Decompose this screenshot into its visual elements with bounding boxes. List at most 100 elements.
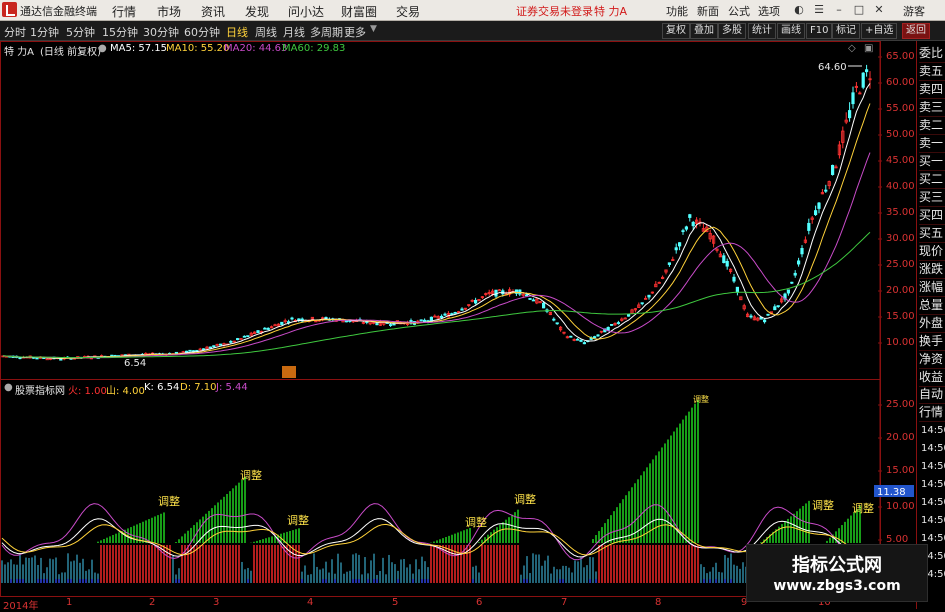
price-tick: 45.00 [886,155,915,166]
candle-body [59,358,63,361]
candle-body [786,289,791,294]
candle-body [725,260,729,267]
price-tick: 40.00 [886,181,915,192]
trade-time: 14:50 [921,479,945,490]
indicator-name[interactable]: 股票指标网 [15,382,65,397]
quote-buy5[interactable]: 买五 [919,225,945,243]
quote-sell2[interactable]: 卖二 [919,117,945,135]
price-tick: 25.00 [886,259,915,270]
candle-body [797,260,801,265]
price-tick: 35.00 [886,207,915,218]
candle-body [766,313,770,316]
price-tick: 10.00 [886,337,915,348]
quote-earnings[interactable]: 收益 [919,369,945,387]
tiaozheng-label: 调整 [465,515,487,529]
candle-body [861,72,865,88]
quote-sell3[interactable]: 卖三 [919,99,945,117]
candles [1,64,872,361]
candle-body [793,272,797,276]
quote-volume[interactable]: 总量 [919,297,945,315]
indicator-d: D: 7.10 [180,382,217,393]
candle-body [297,318,301,321]
quote-turnover[interactable]: 换手 [919,333,945,351]
date-tick: 4 [307,597,314,608]
quote-buy2[interactable]: 买二 [919,171,945,189]
quote-price[interactable]: 现价 [919,243,945,261]
quote-weibi[interactable]: 委比 [919,45,945,63]
price-tick: 30.00 [886,233,915,244]
candle-body [460,308,464,311]
candle-body [865,69,869,73]
chart-canvas[interactable]: 调整调整调整 调整调整 调整 调整 64.60 6.54 11.38 调整 [0,0,945,609]
date-tick: 5 [392,597,399,608]
quote-buy1[interactable]: 买一 [919,153,945,171]
price-tick: 20.00 [886,285,915,296]
candle-body [681,230,685,233]
quote-buy3[interactable]: 买三 [919,189,945,207]
candle-body [678,242,682,247]
date-tick: 2 [149,597,156,608]
candle-body [201,348,206,351]
candle-body [528,298,532,300]
candle-body [593,336,597,339]
quote-net-assets[interactable]: 净资 [919,351,945,369]
indicator-gear-icon[interactable]: ● [4,382,13,393]
tiaozheng-label: 调整 [240,468,262,482]
candle-body [610,324,614,326]
indicator-tick: 20.00 [886,432,915,443]
quote-change[interactable]: 涨跌 [919,261,945,279]
indicator-shan: 山: 4.00 [106,386,145,397]
candle-body [344,320,349,323]
quote-sell1[interactable]: 卖一 [919,135,945,153]
candle-body [640,302,644,305]
candle-body [732,276,736,282]
quote-sell5[interactable]: 卖五 [919,63,945,81]
candle-body [688,214,692,218]
watermark-title: 指标公式网 [792,555,882,576]
candle-body [525,294,529,297]
indicator-value-text: 11.38 [877,487,906,498]
quote-side-panel: 委比 卖五 卖四 卖三 卖二 卖一 买一 买二 买三 买四 买五 现价 涨跌 涨… [916,41,945,609]
event-marker-icon[interactable] [282,366,296,378]
candle-body [790,281,794,284]
indicator-tick: 10.00 [886,501,915,512]
tiaozheng-label: 调整 [158,494,180,508]
indicator-peak-label: 调整 [693,394,709,404]
candle-body [596,334,600,337]
candle-body [263,327,267,330]
candle-body [691,221,695,227]
candle-body [246,335,250,338]
ma5-line [2,83,871,360]
quote-tab[interactable]: 行情 [919,404,945,422]
quote-change-pct[interactable]: 涨幅 [919,279,945,297]
candle-body [324,316,328,319]
candle-body [667,262,672,265]
candle-body [684,226,689,230]
candle-body [807,222,811,231]
candle-body [174,351,178,354]
candle-body [582,342,587,345]
indicator-tick: 15.00 [886,465,915,476]
quote-sell4[interactable]: 卖四 [919,81,945,99]
indicator-j: J: 5.44 [216,382,248,393]
price-tick: 65.00 [886,51,915,62]
price-tick: 15.00 [886,311,915,322]
d-line [1,523,871,557]
candle-body [242,335,246,338]
price-tick: 60.00 [886,77,915,88]
candle-body [569,335,573,338]
quote-buy4[interactable]: 买四 [919,207,945,225]
watermark-url: www.zbgs3.com [773,578,901,594]
quote-outer[interactable]: 外盘 [919,315,945,333]
candle-body [375,323,379,326]
indicator-fire: 火: 1.00 [68,386,107,397]
site-watermark: 指标公式网 www.zbgs3.com [746,544,928,602]
tiaozheng-label: 调整 [287,513,309,527]
trade-time: 14:50 [921,515,945,526]
auto-tab[interactable]: 自动 [919,386,945,404]
candle-body [497,289,502,292]
main-pane-border [0,41,881,380]
date-tick: 2014年 [3,601,39,612]
candle-body [229,340,233,343]
candle-body [208,346,212,349]
